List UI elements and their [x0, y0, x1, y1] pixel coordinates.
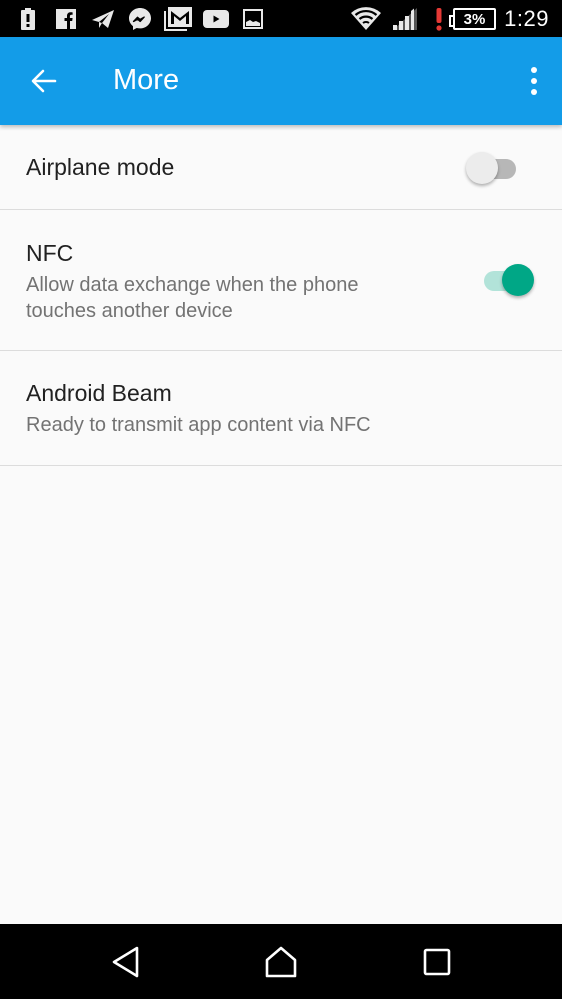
telegram-icon [90, 7, 116, 31]
settings-list: Airplane mode NFC Allow data exchange wh… [0, 125, 562, 466]
setting-title: Airplane mode [26, 154, 175, 180]
status-bar: 3% 1:29 [0, 0, 562, 37]
status-time: 1:29 [504, 6, 549, 31]
setting-subtitle: Ready to transmit app content via NFC [26, 414, 371, 436]
toggle-thumb [502, 264, 534, 296]
arrow-back-icon [31, 69, 57, 93]
cell-signal-icon [392, 7, 418, 31]
image-icon [242, 7, 264, 31]
battery-alert-icon [20, 7, 36, 31]
back-button[interactable] [22, 59, 66, 103]
setting-android-beam[interactable]: Android Beam Ready to transmit app conte… [0, 351, 562, 466]
app-bar: More [0, 37, 562, 125]
setting-nfc[interactable]: NFC Allow data exchange when the phone t… [0, 210, 562, 351]
overflow-dot [531, 89, 537, 95]
nav-recents-icon [423, 948, 451, 976]
gmail-icon [163, 7, 193, 31]
nav-recents-button[interactable] [407, 938, 467, 986]
nav-back-button[interactable] [96, 938, 156, 986]
youtube-icon [202, 7, 230, 31]
nav-back-icon [112, 946, 139, 978]
nav-home-button[interactable] [251, 938, 311, 986]
wifi-icon [350, 7, 382, 31]
facebook-icon [55, 7, 77, 31]
overflow-dot [531, 78, 537, 84]
overflow-menu-button[interactable] [520, 59, 548, 103]
setting-title: NFC [26, 240, 74, 266]
nav-home-icon [265, 946, 297, 978]
navigation-bar [0, 924, 562, 999]
messenger-icon [127, 7, 153, 31]
overflow-menu-icon [531, 67, 537, 73]
setting-subtitle: Allow data exchange when the phone touch… [26, 274, 359, 322]
page-title: More [113, 64, 180, 96]
alert-icon [434, 7, 444, 31]
setting-title: Android Beam [26, 380, 172, 406]
setting-airplane-mode[interactable]: Airplane mode [0, 125, 562, 210]
battery-indicator: 3% [449, 8, 496, 30]
airplane-mode-toggle[interactable] [466, 150, 522, 186]
nfc-toggle[interactable] [478, 262, 534, 298]
toggle-thumb [466, 152, 498, 184]
